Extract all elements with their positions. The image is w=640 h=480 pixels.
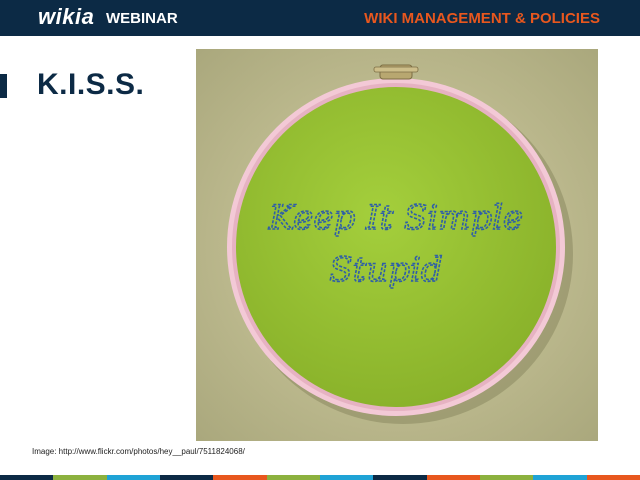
embroidery-text-line1: Keep It Simple bbox=[268, 198, 523, 238]
photo-illustration: Keep It Simple Stupid bbox=[196, 49, 598, 441]
image-credit: Image: http://www.flickr.com/photos/hey_… bbox=[32, 447, 245, 456]
footer-stripe bbox=[533, 475, 587, 480]
footer-stripe bbox=[266, 475, 320, 480]
slide-title: K.I.S.S. bbox=[37, 68, 145, 101]
embroidery-hoop-photo: Keep It Simple Stupid bbox=[196, 49, 598, 441]
embroidery-text-line2: Stupid bbox=[329, 250, 442, 290]
footer-stripe bbox=[319, 475, 374, 480]
title-accent-bar bbox=[0, 74, 7, 98]
footer-stripe bbox=[373, 475, 427, 480]
footer-stripe bbox=[106, 475, 160, 480]
footer-stripe bbox=[159, 475, 214, 480]
footer-stripes bbox=[0, 475, 640, 480]
footer-stripe bbox=[426, 475, 480, 480]
footer-stripe bbox=[53, 475, 107, 480]
section-title: WIKI MANAGEMENT & POLICIES bbox=[364, 10, 600, 27]
footer-stripe bbox=[479, 475, 534, 480]
slide-header: wikia WEBINAR WIKI MANAGEMENT & POLICIES bbox=[0, 0, 640, 36]
footer-stripe bbox=[0, 475, 54, 480]
footer-stripe bbox=[213, 475, 267, 480]
webinar-label: WEBINAR bbox=[106, 10, 178, 27]
green-fabric bbox=[236, 87, 556, 407]
hoop-screw bbox=[373, 66, 419, 73]
wikia-logo: wikia bbox=[38, 4, 95, 29]
footer-stripe bbox=[586, 475, 640, 480]
